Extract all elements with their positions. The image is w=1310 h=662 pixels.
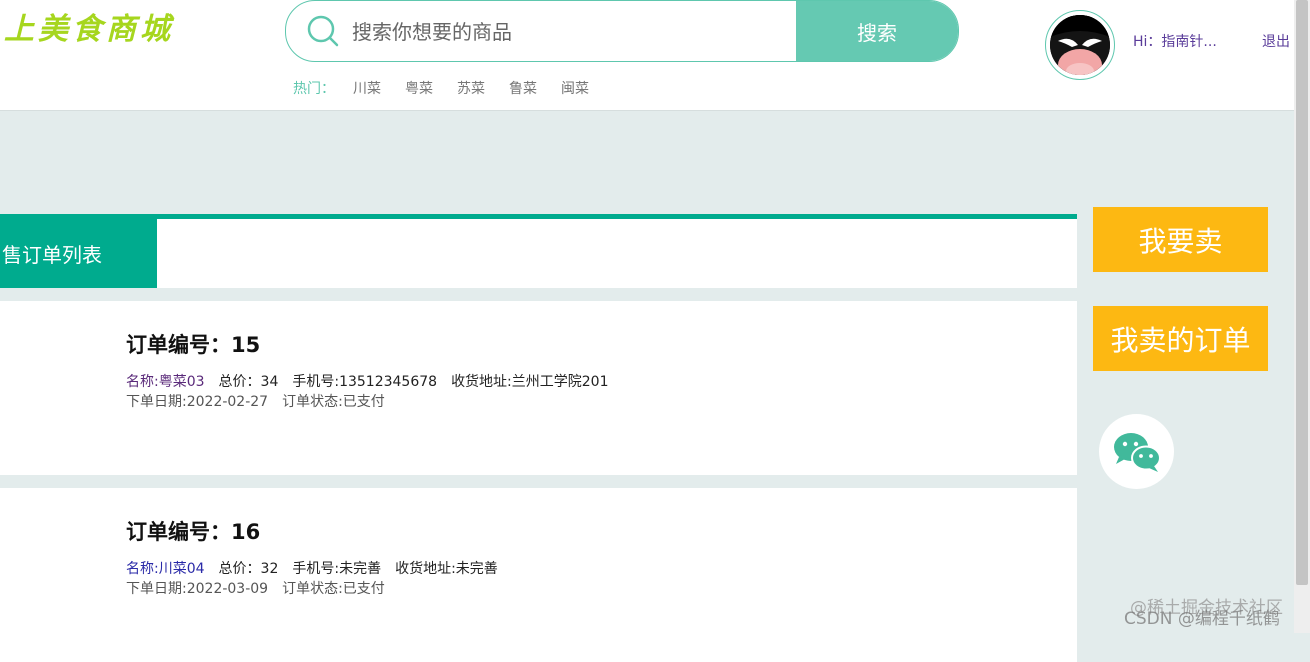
order-number: 订单编号：16 — [126, 520, 261, 544]
search-icon — [307, 15, 339, 47]
search-button[interactable]: 搜索 — [796, 1, 958, 61]
hot-label: 热门： — [293, 81, 335, 97]
order-details: 名称:川菜04 总价：32 手机号:未完善 收货地址:未完善 — [126, 558, 498, 578]
order-date: 下单日期:2022-02-27 — [126, 394, 269, 410]
site-logo[interactable]: 上美食商城 — [4, 10, 174, 50]
order-total: 总价：34 — [218, 374, 279, 390]
order-details: 名称:粤菜03 总价：34 手机号:13512345678 收货地址:兰州工学院201 — [126, 371, 609, 391]
order-date: 下单日期:2022-03-09 — [126, 581, 269, 597]
hot-item-su[interactable]: 苏菜 — [457, 78, 485, 98]
order-total: 总价：32 — [218, 561, 279, 577]
wechat-button[interactable] — [1099, 414, 1174, 489]
order-meta: 下单日期:2022-03-09 订单状态:已支付 — [126, 578, 385, 598]
logout-link[interactable]: 退出 — [1262, 31, 1290, 51]
hot-item-lu[interactable]: 鲁菜 — [509, 78, 537, 98]
user-avatar[interactable] — [1045, 10, 1115, 80]
order-phone: 手机号:13512345678 — [292, 374, 438, 390]
sell-button[interactable]: 我要卖 — [1093, 207, 1268, 272]
tab-sales-orders[interactable]: 售订单列表 — [0, 219, 157, 288]
wechat-icon — [1113, 432, 1161, 472]
search-bar: 搜索 — [285, 0, 959, 62]
site-header: 上美食商城 搜索 热门： 川菜 粤菜 苏菜 鲁菜 闽菜 Hi：指南针... 退出 — [0, 0, 1294, 111]
hot-item-min[interactable]: 闽菜 — [561, 78, 589, 98]
hot-categories: 热门： 川菜 粤菜 苏菜 鲁菜 闽菜 — [293, 78, 613, 98]
order-number: 订单编号：15 — [126, 333, 261, 357]
order-address: 收货地址:兰州工学院201 — [451, 374, 609, 390]
order-item-name[interactable]: 名称:川菜04 — [126, 561, 205, 577]
order-address: 收货地址:未完善 — [395, 561, 498, 577]
order-phone: 手机号:未完善 — [292, 561, 382, 577]
order-meta: 下单日期:2022-02-27 订单状态:已支付 — [126, 391, 385, 411]
order-card: 订单编号：15 名称:粤菜03 总价：34 手机号:13512345678 收货地址:… — [0, 301, 1077, 475]
order-list-header: 售订单列表 — [0, 214, 1077, 288]
user-greeting[interactable]: Hi：指南针... — [1133, 31, 1217, 51]
hot-item-yue[interactable]: 粤菜 — [405, 78, 433, 98]
order-card: 订单编号：16 名称:川菜04 总价：32 手机号:未完善 收货地址:未完善 下单日期… — [0, 488, 1077, 662]
my-sold-orders-button[interactable]: 我卖的订单 — [1093, 306, 1268, 371]
search-input[interactable] — [350, 1, 794, 61]
avatar-image — [1050, 15, 1110, 75]
hot-item-chuan[interactable]: 川菜 — [353, 78, 381, 98]
scrollbar-thumb[interactable] — [1296, 0, 1308, 585]
order-status: 订单状态:已支付 — [282, 394, 385, 410]
order-item-name[interactable]: 名称:粤菜03 — [126, 374, 205, 390]
order-status: 订单状态:已支付 — [282, 581, 385, 597]
tab-sales-orders-label: 售订单列表 — [2, 243, 102, 267]
page-scrollbar[interactable] — [1294, 0, 1310, 633]
watermark-csdn: CSDN @编程千纸鹤 — [1124, 609, 1280, 629]
